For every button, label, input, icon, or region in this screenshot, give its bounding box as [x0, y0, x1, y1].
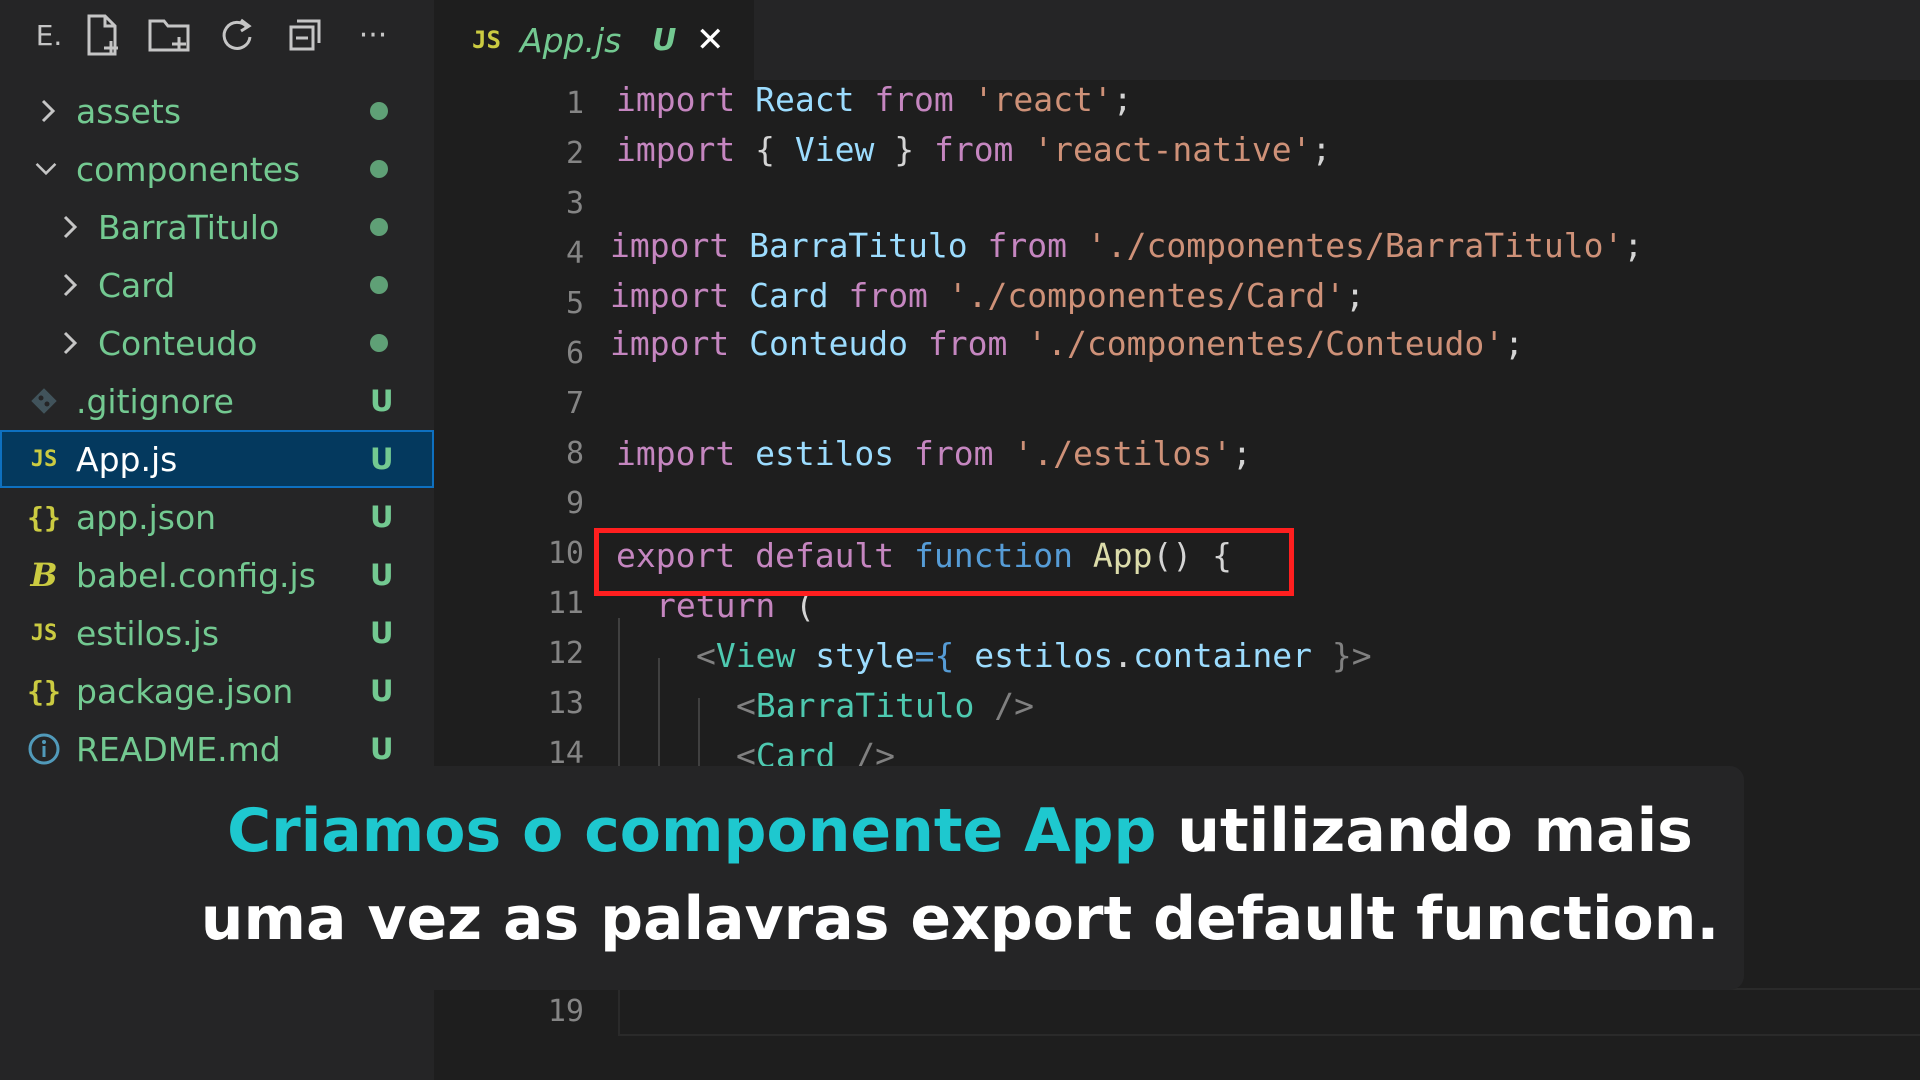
modified-dot: [370, 334, 388, 352]
collapse-all-icon[interactable]: [282, 12, 328, 58]
json-icon: {}: [27, 500, 61, 534]
tree-item-label: estilos.js: [76, 613, 220, 653]
line-number: 13: [547, 686, 584, 721]
indent-guide: [658, 658, 660, 768]
line-number: 1: [565, 86, 584, 121]
babel-icon: B: [30, 556, 58, 594]
code-line-8: import estilos from './estilos';: [616, 434, 1252, 473]
line-number: 7: [565, 386, 584, 421]
tree-item-label: assets: [76, 91, 182, 131]
caption-line-1: Criamos o componente App utilizando mais: [0, 796, 1920, 866]
tree-item-barratitulo[interactable]: BarraTitulo: [0, 198, 434, 256]
js-icon: JS: [472, 26, 501, 54]
info-icon: [26, 731, 62, 767]
tree-item-babel-config[interactable]: B babel.config.js U: [0, 546, 434, 604]
untracked-badge: U: [370, 732, 394, 766]
tree-item-label: Conteudo: [98, 323, 258, 363]
tab-label: App.js: [520, 20, 622, 60]
new-file-icon[interactable]: [80, 12, 126, 58]
tree-item-card[interactable]: Card: [0, 256, 434, 314]
git-icon: [26, 383, 62, 419]
refresh-icon[interactable]: [214, 12, 260, 58]
line-number: 19: [547, 994, 584, 1029]
indent-guide: [698, 698, 700, 768]
code-line-6: import Conteudo from './componentes/Cont…: [610, 324, 1524, 363]
tree-item-componentes[interactable]: componentes: [0, 140, 434, 198]
chevron-down-icon: [34, 154, 58, 184]
close-icon[interactable]: ✕: [696, 20, 725, 60]
line-number: 8: [565, 436, 584, 471]
code-line-13: <BarraTitulo />: [736, 686, 1035, 725]
editor-tab-bar: JS App.js U ✕: [434, 0, 1920, 80]
tree-item-label: Card: [98, 265, 176, 305]
tree-item-estilos-js[interactable]: JS estilos.js U: [0, 604, 434, 662]
tree-item-label: babel.config.js: [76, 555, 316, 595]
untracked-badge: U: [370, 500, 394, 534]
line-number: 9: [565, 486, 584, 521]
js-icon: JS: [30, 446, 58, 472]
code-line-4: import BarraTitulo from './componentes/B…: [610, 226, 1644, 265]
line-number: 4: [565, 236, 584, 271]
tab-app-js[interactable]: JS App.js U ✕: [434, 0, 754, 80]
tree-item-label: componentes: [76, 149, 301, 189]
tree-item-label: App.js: [76, 439, 178, 479]
modified-dot: [370, 276, 388, 294]
code-line-12: <View style={ estilos.container }>: [696, 636, 1372, 675]
code-line-2: import { View } from 'react-native';: [616, 130, 1332, 169]
line-number: 2: [565, 136, 584, 171]
tree-item-assets[interactable]: assets: [0, 82, 434, 140]
tree-item-gitignore[interactable]: .gitignore U: [0, 372, 434, 430]
line-number: 11: [547, 586, 584, 621]
tree-item-conteudo[interactable]: Conteudo: [0, 314, 434, 372]
untracked-badge: U: [370, 616, 394, 650]
chevron-right-icon: [36, 96, 60, 126]
line-number: 5: [565, 286, 584, 321]
more-icon[interactable]: ···: [350, 12, 396, 58]
line-number: 12: [547, 636, 584, 671]
caption-accent: Criamos o componente App: [227, 796, 1157, 866]
untracked-badge: U: [370, 674, 394, 708]
tree-item-app-js[interactable]: JS App.js U: [0, 430, 434, 488]
chevron-right-icon: [58, 328, 82, 358]
tree-item-label: BarraTitulo: [98, 207, 280, 247]
tree-item-label: .gitignore: [76, 381, 234, 421]
untracked-badge: U: [652, 22, 677, 58]
code-line-1: import React from 'react';: [616, 80, 1133, 119]
chevron-right-icon: [58, 270, 82, 300]
current-line-highlight: [618, 988, 1920, 1036]
line-number: 3: [565, 186, 584, 221]
tree-item-label: app.json: [76, 497, 217, 537]
tree-item-package-json[interactable]: {} package.json U: [0, 662, 434, 720]
line-number: 10: [547, 536, 584, 571]
untracked-badge: U: [370, 558, 394, 592]
new-folder-icon[interactable]: [146, 12, 192, 58]
tree-item-label: package.json: [76, 671, 294, 711]
tree-item-label: README.md: [76, 729, 281, 769]
modified-dot: [370, 160, 388, 178]
tree-item-app-json[interactable]: {} app.json U: [0, 488, 434, 546]
chevron-right-icon: [58, 212, 82, 242]
modified-dot: [370, 218, 388, 236]
js-icon: JS: [30, 620, 58, 646]
line-number: 6: [565, 336, 584, 371]
json-icon: {}: [27, 674, 61, 708]
caption-line-2: uma vez as palavras export default funct…: [200, 884, 1720, 954]
code-line-5: import Card from './componentes/Card';: [610, 276, 1366, 315]
indent-guide: [618, 618, 620, 768]
modified-dot: [370, 102, 388, 120]
untracked-badge: U: [370, 442, 394, 476]
explorer-title: E.: [35, 18, 63, 52]
highlight-box: [594, 528, 1294, 596]
explorer-toolbar: E. ···: [0, 0, 434, 70]
caption-text: utilizando mais: [1156, 796, 1693, 866]
untracked-badge: U: [370, 384, 394, 418]
